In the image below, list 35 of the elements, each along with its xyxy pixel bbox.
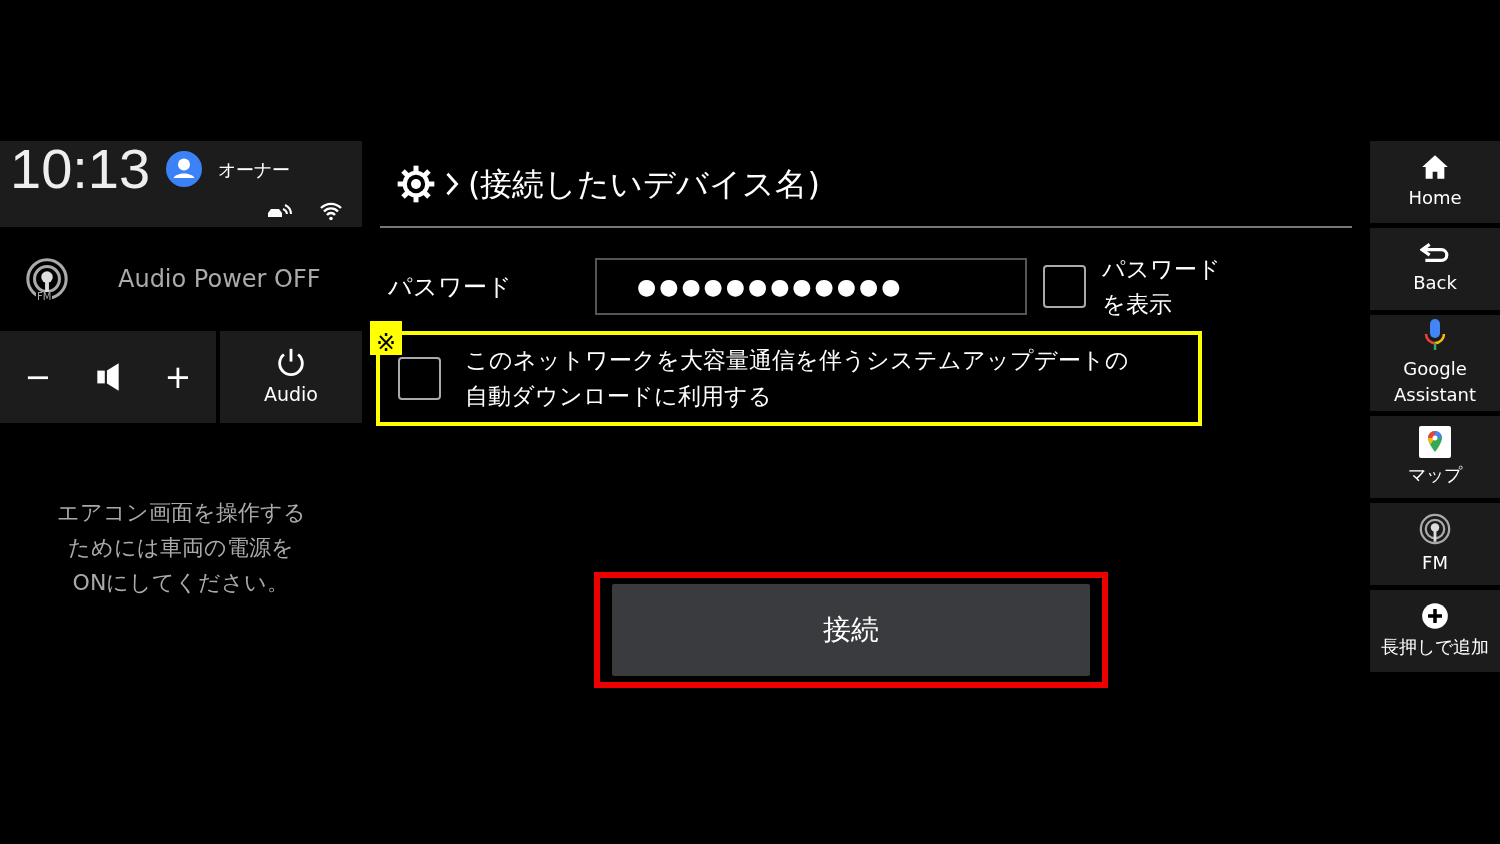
fm-label: FM: [36, 292, 53, 302]
clock: 10:13: [10, 141, 151, 197]
connect-button[interactable]: 接続: [612, 584, 1090, 677]
nav-button[interactable]: マップ: [1370, 416, 1500, 498]
nav-button[interactable]: Home: [1370, 141, 1500, 223]
radio-antenna-icon: [1418, 511, 1452, 546]
car-signal-icon: [266, 202, 294, 220]
nav-button[interactable]: Google Assistant: [1370, 315, 1500, 411]
add-icon: [1421, 601, 1449, 630]
password-label: パスワード: [387, 271, 513, 303]
page-title: (接続したいデバイス名): [468, 163, 820, 205]
user-name: オーナー: [218, 157, 291, 182]
settings-icon: [396, 163, 436, 204]
notice-text: ONにしてください。: [72, 569, 290, 598]
wifi-icon: [318, 201, 344, 221]
password-field[interactable]: ●●●●●●●●●●●●: [595, 258, 1027, 315]
checkbox-label: 自動ダウンロードに利用する: [465, 381, 773, 411]
checkbox-label: このネットワークを大容量通信を伴うシステムアップデートの: [465, 346, 1129, 375]
notice-text: ためには車両の電源を: [68, 534, 294, 563]
notice-text: エアコン画面を操作する: [56, 499, 306, 527]
nav-button[interactable]: FM: [1370, 503, 1500, 585]
speaker-icon: [95, 361, 121, 393]
nav-button[interactable]: 長押しで追加: [1370, 590, 1500, 672]
radio-antenna-icon: [24, 256, 70, 302]
checkbox-label: パスワード: [1102, 255, 1221, 284]
audio-status: Audio Power OFF: [118, 264, 321, 295]
user-avatar-icon: [166, 151, 203, 187]
audio-power-button[interactable]: Audio: [220, 331, 362, 423]
nav-button[interactable]: Back: [1370, 228, 1500, 310]
checkbox[interactable]: [1043, 265, 1086, 308]
map-pin-icon: [1419, 425, 1451, 458]
checkbox[interactable]: [398, 357, 441, 401]
microphone-icon: [1423, 317, 1447, 352]
note-marker: ※: [370, 321, 402, 355]
checkbox-label: を表示: [1102, 289, 1173, 319]
